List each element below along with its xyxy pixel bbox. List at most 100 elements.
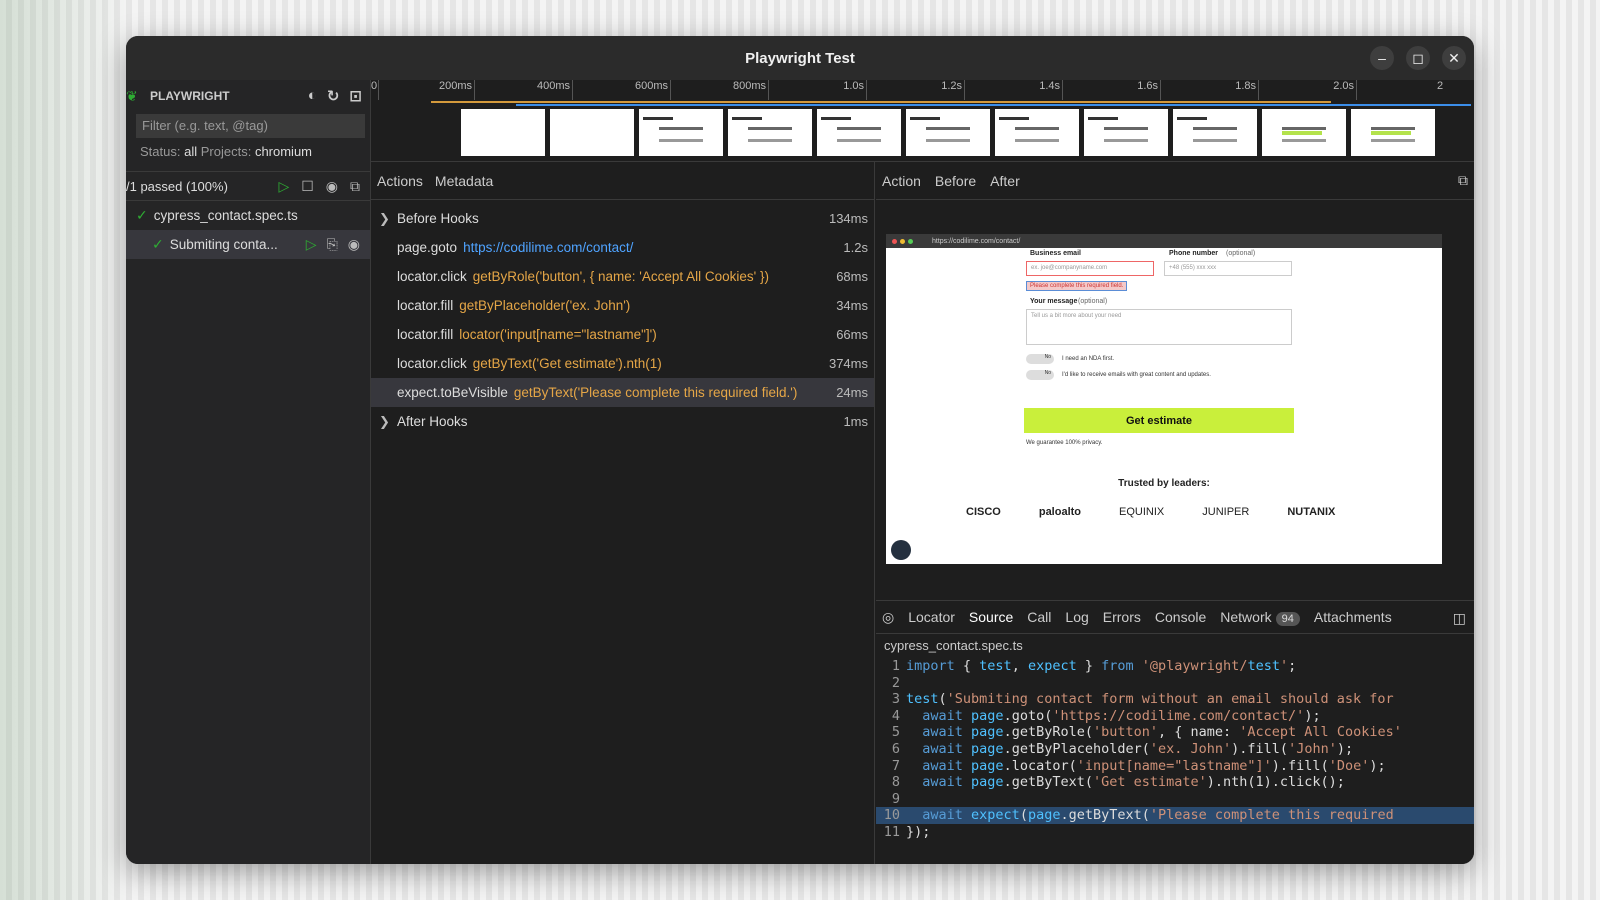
status-value[interactable]: all bbox=[184, 144, 197, 159]
message-field[interactable]: Tell us a bit more about your need bbox=[1026, 309, 1292, 345]
filmstrip-frame[interactable] bbox=[550, 109, 634, 156]
code-line: 2 bbox=[876, 675, 1474, 692]
target-icon[interactable]: ◎ bbox=[882, 609, 894, 626]
maximize-button[interactable]: ◻ bbox=[1406, 46, 1430, 70]
action-item[interactable]: page.goto https://codilime.com/contact/ … bbox=[371, 233, 874, 262]
tab-errors[interactable]: Errors bbox=[1103, 609, 1141, 625]
nda-toggle[interactable]: No bbox=[1026, 354, 1054, 364]
filmstrip-frame[interactable] bbox=[906, 109, 990, 156]
dot-icon bbox=[892, 238, 897, 244]
action-item[interactable]: locator.click getByText('Get estimate').… bbox=[371, 349, 874, 378]
chevron-right-icon: ❯ bbox=[379, 413, 390, 429]
run-all-icon[interactable]: ▷ bbox=[278, 178, 289, 195]
juniper-logo: JUNIPER bbox=[1202, 506, 1250, 518]
tab-after[interactable]: After bbox=[990, 173, 1020, 189]
projects-value[interactable]: chromium bbox=[255, 144, 312, 159]
trusted-heading: Trusted by leaders: bbox=[1118, 478, 1210, 489]
action-selector: getByText('Get estimate').nth(1) bbox=[472, 356, 662, 371]
nda-label: I need an NDA first. bbox=[1062, 356, 1115, 362]
action-duration: 24ms bbox=[836, 385, 868, 400]
action-name: After Hooks bbox=[397, 414, 468, 429]
theme-toggle-icon[interactable]: ◐ bbox=[308, 87, 317, 105]
tab-log[interactable]: Log bbox=[1065, 609, 1088, 625]
timeline-bar bbox=[516, 104, 1471, 106]
tab-locator[interactable]: Locator bbox=[908, 609, 955, 625]
tab-console[interactable]: Console bbox=[1155, 609, 1206, 625]
close-button[interactable]: ✕ bbox=[1442, 46, 1466, 70]
brand: ❦ PLAYWRIGHT ◐ ↻ ⊡ bbox=[126, 80, 370, 112]
check-icon: ✓ bbox=[152, 236, 164, 252]
tree-test[interactable]: ✓ Submiting conta... ▷ ⎘ ◉ bbox=[126, 230, 370, 259]
tab-actions[interactable]: Actions bbox=[377, 163, 423, 199]
filmstrip-frame[interactable] bbox=[995, 109, 1079, 156]
run-test-icon[interactable]: ▷ bbox=[306, 236, 317, 253]
tab-metadata[interactable]: Metadata bbox=[435, 163, 493, 199]
filter-input[interactable]: Filter (e.g. text, @tag) bbox=[136, 114, 365, 138]
open-source-icon[interactable]: ⎘ bbox=[327, 236, 338, 253]
status-line: Status: all Projects: chromium bbox=[126, 138, 370, 165]
phone-field[interactable]: +48 (555) xxx xxx bbox=[1164, 261, 1292, 276]
timeline[interactable]: 0 200ms 400ms 600ms 800ms 1.0s 1.2s 1.4s… bbox=[371, 80, 1474, 162]
page-snapshot[interactable]: https://codilime.com/contact/ Business e… bbox=[886, 234, 1442, 564]
filmstrip-frame[interactable] bbox=[817, 109, 901, 156]
filmstrip-frame[interactable] bbox=[1351, 109, 1435, 156]
tab-network[interactable]: Network 94 bbox=[1220, 609, 1300, 626]
open-external-icon[interactable]: ⧉ bbox=[1458, 172, 1468, 189]
line-number: 4 bbox=[891, 707, 900, 724]
check-icon: ✓ bbox=[136, 207, 148, 223]
source-code[interactable]: 1 import { test, expect } from '@playwrig… bbox=[876, 658, 1474, 864]
business-email-label: Business email bbox=[1030, 250, 1081, 257]
stop-icon[interactable]: ☐ bbox=[301, 178, 314, 195]
code-text: await page.getByRole('button', { name: '… bbox=[922, 724, 1402, 741]
actions-panel: Actions Metadata ❯ Before Hooks 134ms pa… bbox=[371, 162, 875, 864]
passed-summary: /1 passed (100%) ▷ ☐ ◉ ⧉ bbox=[126, 171, 370, 201]
filmstrip-frame[interactable] bbox=[639, 109, 723, 156]
emails-toggle[interactable]: No bbox=[1026, 370, 1054, 380]
tree-file[interactable]: ✓ cypress_contact.spec.ts bbox=[126, 201, 370, 230]
tab-before[interactable]: Before bbox=[935, 173, 976, 189]
filmstrip-frame[interactable] bbox=[728, 109, 812, 156]
paloalto-logo: paloalto bbox=[1038, 506, 1082, 518]
action-item-selected[interactable]: expect.toBeVisible getByText('Please com… bbox=[371, 378, 874, 407]
tab-call[interactable]: Call bbox=[1027, 609, 1051, 625]
toggle-panel-icon[interactable]: ◫ bbox=[1453, 610, 1466, 627]
action-item[interactable]: locator.click getByRole('button', { name… bbox=[371, 262, 874, 291]
timeline-bar bbox=[431, 101, 1331, 103]
minimize-button[interactable]: – bbox=[1370, 46, 1394, 70]
tab-attachments[interactable]: Attachments bbox=[1314, 609, 1392, 625]
line-number: 6 bbox=[891, 740, 900, 757]
reload-icon[interactable]: ↻ bbox=[327, 87, 340, 105]
timeline-tick: 0 bbox=[371, 80, 379, 100]
tab-action[interactable]: Action bbox=[882, 173, 921, 189]
timeline-tick: 1.2s bbox=[867, 80, 965, 100]
collapse-all-icon[interactable]: ⧉ bbox=[350, 178, 360, 195]
watch-all-icon[interactable]: ◉ bbox=[326, 178, 338, 195]
snapshot-browser-bar: https://codilime.com/contact/ bbox=[886, 234, 1442, 248]
code-line: 8 await page.getByText('Get estimate').n… bbox=[876, 774, 1474, 791]
action-item[interactable]: locator.fill locator('input[name="lastna… bbox=[371, 320, 874, 349]
action-item[interactable]: ❯ Before Hooks 134ms bbox=[371, 204, 874, 233]
chevron-right-icon: ❯ bbox=[379, 210, 390, 226]
watch-test-icon[interactable]: ◉ bbox=[348, 236, 360, 253]
optional-label: (optional) bbox=[1226, 250, 1256, 257]
action-duration: 68ms bbox=[836, 269, 868, 284]
timeline-tick: 1.4s bbox=[965, 80, 1063, 100]
action-item[interactable]: ❯ After Hooks 1ms bbox=[371, 407, 874, 436]
chat-badge-icon[interactable] bbox=[891, 540, 911, 560]
collapse-sidebar-icon[interactable]: ⊡ bbox=[349, 87, 362, 105]
filmstrip-frame[interactable] bbox=[1084, 109, 1168, 156]
action-item[interactable]: locator.fill getByPlaceholder('ex. John'… bbox=[371, 291, 874, 320]
filmstrip-frame[interactable] bbox=[1262, 109, 1346, 156]
filmstrip-frame[interactable] bbox=[1173, 109, 1257, 156]
email-field[interactable]: ex. joe@companyname.com bbox=[1026, 261, 1154, 276]
action-duration: 134ms bbox=[828, 211, 868, 226]
tab-source[interactable]: Source bbox=[969, 609, 1013, 625]
filmstrip-frame[interactable] bbox=[461, 109, 545, 156]
action-name: locator.click bbox=[397, 269, 467, 284]
code-line: 1 import { test, expect } from '@playwrig… bbox=[876, 658, 1474, 675]
snapshot-url: https://codilime.com/contact/ bbox=[932, 237, 1021, 245]
action-name: locator.click bbox=[397, 356, 467, 371]
action-url-link[interactable]: https://codilime.com/contact/ bbox=[463, 240, 633, 255]
get-estimate-button[interactable]: Get estimate bbox=[1024, 408, 1294, 433]
line-number: 2 bbox=[891, 674, 900, 691]
